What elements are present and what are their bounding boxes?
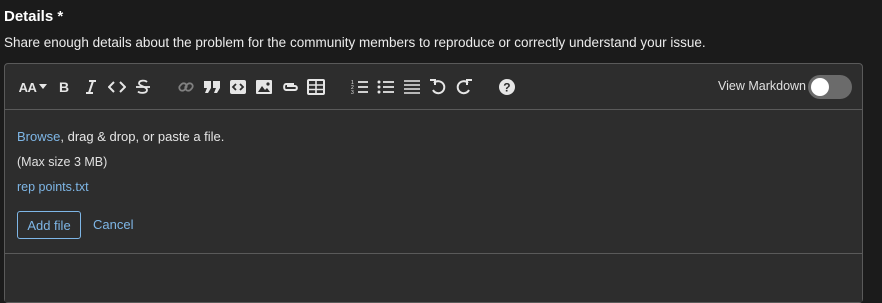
- svg-text:3: 3: [351, 90, 354, 95]
- strikethrough-icon[interactable]: [134, 77, 152, 97]
- details-description: Share enough details about the problem f…: [4, 35, 706, 50]
- file-upload-area[interactable]: Browse, drag & drop, or paste a file. (M…: [5, 110, 862, 254]
- unordered-list-icon[interactable]: [376, 77, 396, 97]
- chevron-down-icon: [39, 84, 48, 89]
- redo-icon[interactable]: [454, 77, 474, 97]
- bold-icon[interactable]: B: [55, 77, 73, 97]
- upload-instructions-text: , drag & drop, or paste a file.: [60, 129, 225, 144]
- markdown-editor: AA B 1 2 3 ? View Markdown Browse, drag …: [4, 63, 863, 303]
- details-label: Details *: [4, 8, 64, 25]
- editor-toolbar: AA B 1 2 3 ? View Markdown: [5, 64, 862, 110]
- undo-icon[interactable]: [428, 77, 448, 97]
- italic-icon[interactable]: [82, 77, 100, 97]
- link-icon[interactable]: [177, 77, 195, 97]
- max-size-text: (Max size 3 MB): [17, 155, 108, 169]
- help-icon[interactable]: ?: [497, 77, 517, 97]
- upload-instructions: Browse, drag & drop, or paste a file.: [17, 129, 224, 144]
- table-icon[interactable]: [306, 77, 326, 97]
- attachment-icon[interactable]: [280, 77, 300, 97]
- editor-textarea[interactable]: [5, 254, 862, 302]
- toggle-knob: [811, 78, 829, 96]
- image-icon[interactable]: [254, 77, 274, 97]
- svg-text:?: ?: [503, 81, 510, 95]
- code-block-icon[interactable]: [228, 77, 248, 97]
- view-markdown-label: View Markdown: [718, 79, 807, 93]
- ordered-list-icon[interactable]: 123: [350, 77, 370, 97]
- horizontal-rule-icon[interactable]: [402, 77, 422, 97]
- heading-label: AA: [18, 79, 37, 95]
- selected-file-name[interactable]: rep points.txt: [17, 180, 89, 194]
- code-icon[interactable]: [106, 77, 128, 97]
- view-markdown-toggle[interactable]: [808, 75, 852, 99]
- svg-text:B: B: [59, 80, 69, 94]
- cancel-button[interactable]: Cancel: [93, 217, 133, 232]
- quote-icon[interactable]: [202, 77, 222, 97]
- heading-button[interactable]: AA: [17, 77, 49, 97]
- browse-link[interactable]: Browse: [17, 129, 60, 144]
- add-file-button[interactable]: Add file: [17, 211, 81, 239]
